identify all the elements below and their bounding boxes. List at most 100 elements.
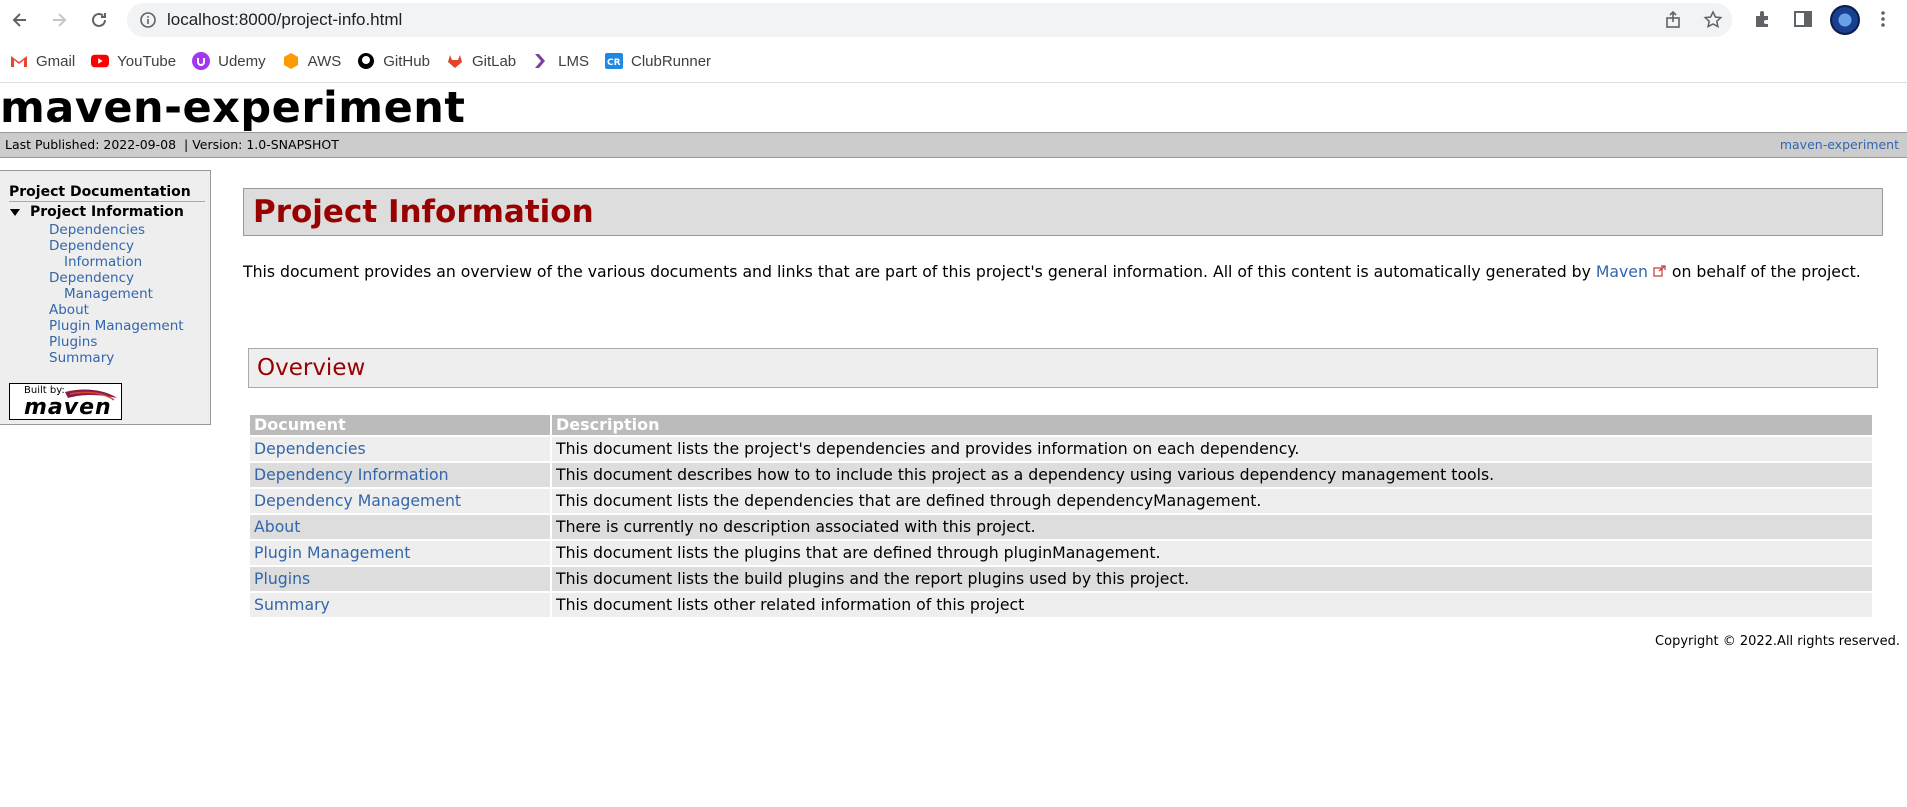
external-link-icon — [1653, 265, 1666, 277]
table-row: Plugins This document lists the build pl… — [250, 567, 1872, 591]
aws-icon — [282, 52, 300, 70]
bookmark-label: GitLab — [471, 52, 517, 70]
doc-description: This document lists the dependencies tha… — [552, 489, 1872, 513]
table-row: Summary This document lists other relate… — [250, 593, 1872, 617]
sidebar-item-dependency-management-cont[interactable]: Management — [49, 286, 210, 302]
lms-icon — [532, 52, 550, 70]
doc-link-summary[interactable]: Summary — [250, 593, 550, 617]
overview-title: Overview — [257, 355, 366, 381]
page-body: maven-experiment Last Published: 2022-09… — [0, 83, 1907, 807]
sidebar: Project Documentation Project Informatio… — [0, 170, 211, 425]
page-title-box: Project Information — [243, 188, 1883, 236]
menu-items: Dependencies Dependency Information Depe… — [49, 222, 210, 366]
bookmark-gitlab[interactable]: GitLab — [446, 52, 516, 70]
column-header-document: Document — [250, 415, 550, 435]
page-title: Project Information — [253, 194, 594, 230]
bookmark-label: Udemy — [218, 52, 266, 70]
menu-section-label: Project Information — [30, 204, 184, 220]
column-header-description: Description — [552, 415, 1872, 435]
copyright-footer: Copyright © 2022.All rights reserved. — [1655, 634, 1900, 649]
bookmark-udemy[interactable]: Udemy — [192, 52, 266, 70]
doc-link-dependency-management[interactable]: Dependency Management — [250, 489, 550, 513]
intro-paragraph: This document provides an overview of th… — [243, 261, 1893, 282]
documents-table: Document Description Dependencies This d… — [248, 413, 1874, 619]
address-bar[interactable]: localhost:8000/project-info.html — [127, 3, 1732, 37]
doc-description: This document lists the project's depend… — [552, 437, 1872, 461]
sidebar-item-dependency-information-cont[interactable]: Information — [49, 254, 210, 270]
share-icon[interactable] — [1664, 10, 1684, 30]
table-header-row: Document Description — [250, 415, 1872, 435]
side-panel-icon[interactable] — [1792, 8, 1814, 30]
udemy-icon — [192, 52, 211, 70]
doc-link-dependency-information[interactable]: Dependency Information — [250, 463, 550, 487]
separator: | — [180, 137, 193, 152]
bookmark-lms[interactable]: LMS — [532, 52, 589, 70]
doc-description: This document lists the build plugins an… — [552, 567, 1872, 591]
bookmark-aws[interactable]: AWS — [282, 52, 342, 70]
bookmark-label: GitHub — [383, 52, 430, 70]
doc-description: This document lists the plugins that are… — [552, 541, 1872, 565]
doc-link-dependencies[interactable]: Dependencies — [250, 437, 550, 461]
maven-external-link[interactable]: Maven — [1596, 262, 1648, 281]
bookmark-youtube[interactable]: YouTube — [91, 52, 176, 70]
forward-arrow-icon — [53, 13, 67, 27]
version-info: Version: 1.0-SNAPSHOT — [192, 137, 339, 152]
bookmark-label: YouTube — [117, 52, 177, 70]
sidebar-item-plugins[interactable]: Plugins — [49, 334, 210, 350]
maven-wordmark: maven — [24, 395, 112, 420]
bookmark-label: ClubRunner — [631, 52, 712, 70]
table-row: Dependency Management This document list… — [250, 489, 1872, 513]
bookmarks-bar: Gmail YouTube Udemy AWS GitHub GitLab LM… — [0, 40, 1907, 83]
bookmark-label: LMS — [558, 52, 589, 70]
bookmark-github[interactable]: GitHub — [357, 52, 430, 70]
menu-section-project-info[interactable]: Project Information — [9, 204, 210, 220]
built-by-maven-logo[interactable]: Built by: maven — [9, 383, 122, 420]
breadcrumb-project-link[interactable]: maven-experiment — [1780, 133, 1899, 157]
profile-avatar[interactable] — [1830, 5, 1860, 35]
table-row: Dependency Information This document des… — [250, 463, 1872, 487]
svg-text:CR: CR — [607, 58, 621, 68]
table-row: About There is currently no description … — [250, 515, 1872, 539]
banner-title: maven-experiment — [0, 83, 466, 133]
doc-description: This document lists other related inform… — [552, 593, 1872, 617]
sidebar-item-plugin-management[interactable]: Plugin Management — [49, 318, 210, 334]
youtube-icon — [91, 52, 110, 70]
extensions-icon[interactable] — [1752, 8, 1774, 30]
table-row: Dependencies This document lists the pro… — [250, 437, 1872, 461]
more-menu-icon[interactable] — [1872, 8, 1894, 30]
publish-info: Last Published: 2022-09-08 | Version: 1.… — [5, 133, 339, 157]
doc-description: There is currently no description associ… — [552, 515, 1872, 539]
bookmark-label: AWS — [307, 52, 342, 70]
gmail-icon — [10, 52, 28, 70]
overview-section-header: Overview — [248, 348, 1878, 388]
bookmark-label: Gmail — [36, 52, 76, 70]
reload-button[interactable] — [87, 8, 111, 32]
back-button[interactable] — [8, 8, 32, 32]
sidebar-item-dependencies[interactable]: Dependencies — [49, 222, 210, 238]
clubrunner-icon: CR — [605, 52, 623, 70]
bookmark-clubrunner[interactable]: CR ClubRunner — [605, 52, 711, 70]
reload-icon — [92, 12, 106, 27]
doc-link-plugins[interactable]: Plugins — [250, 567, 550, 591]
back-arrow-icon — [12, 13, 26, 27]
sidebar-item-about[interactable]: About — [49, 302, 210, 318]
forward-button[interactable] — [47, 8, 71, 32]
menu-heading: Project Documentation — [9, 184, 205, 202]
published-date: Last Published: 2022-09-08 — [5, 137, 177, 152]
table-row: Plugin Management This document lists th… — [250, 541, 1872, 565]
expanded-triangle-icon — [10, 208, 20, 216]
github-icon — [357, 52, 375, 70]
info-icon[interactable] — [139, 11, 157, 29]
url-text[interactable]: localhost:8000/project-info.html — [167, 10, 402, 30]
sidebar-item-summary[interactable]: Summary — [49, 350, 210, 366]
bookmark-gmail[interactable]: Gmail — [10, 52, 75, 70]
browser-toolbar: localhost:8000/project-info.html — [0, 0, 1907, 40]
doc-description: This document describes how to to includ… — [552, 463, 1872, 487]
sidebar-item-dependency-information[interactable]: Dependency — [49, 238, 210, 254]
bookmark-star-icon[interactable] — [1703, 10, 1723, 30]
doc-link-about[interactable]: About — [250, 515, 550, 539]
sidebar-item-dependency-management[interactable]: Dependency — [49, 270, 210, 286]
doc-link-plugin-management[interactable]: Plugin Management — [250, 541, 550, 565]
intro-text: This document provides an overview of th… — [243, 262, 1596, 281]
breadcrumb: Last Published: 2022-09-08 | Version: 1.… — [0, 132, 1907, 158]
